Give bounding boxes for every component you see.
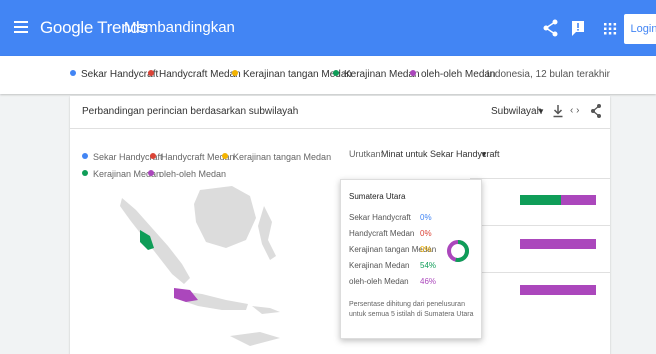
green-dot-icon [333, 70, 339, 76]
timor-island [230, 332, 280, 346]
yellow-dot-icon [222, 153, 228, 159]
blue-dot-icon [82, 153, 88, 159]
term-handycraft-medan[interactable]: Handycraft Medan [148, 69, 241, 80]
tooltip-note: Persentase dihitung dari penelusuran unt… [349, 301, 474, 318]
region-bar-segment [561, 195, 596, 205]
region-bar-segment [520, 239, 596, 249]
region-tooltip: Sumatera Utara Sekar Handycraft 0% Handy… [340, 179, 482, 339]
kalimantan-island [194, 186, 256, 248]
card-title: Perbandingan perincian berdasarkan subwi… [82, 106, 299, 117]
blue-dot-icon [70, 70, 76, 76]
yellow-dot-icon [232, 70, 238, 76]
tooltip-row-label: Handycraft Medan [349, 229, 415, 238]
page-title: Membandingkan [124, 19, 235, 36]
divider [70, 128, 610, 129]
sulawesi-island [258, 206, 276, 260]
feedback-icon[interactable] [569, 18, 587, 38]
term-kerajinan-medan[interactable]: Kerajinan Medan [333, 69, 420, 80]
tooltip-row-value: 0% [420, 245, 432, 254]
purple-dot-icon [410, 70, 416, 76]
menu-icon[interactable] [14, 21, 28, 33]
dropdown-arrow-icon[interactable]: ▼ [480, 150, 488, 159]
sort-label: Urutkan: [349, 149, 384, 159]
red-dot-icon [148, 70, 154, 76]
sumatra-island [120, 198, 190, 284]
comparison-terms-bar: Sekar Handycraft Handycraft Medan Keraji… [0, 56, 656, 94]
indonesia-map[interactable] [120, 186, 280, 354]
red-dot-icon [150, 153, 156, 159]
region-time-filter[interactable]: Indonesia, 12 bulan terakhir [487, 69, 610, 80]
tooltip-row-label: oleh-oleh Medan [349, 277, 409, 286]
region-bar-segment [520, 195, 561, 205]
tooltip-row-value: 0% [420, 229, 432, 238]
tooltip-title: Sumatera Utara [349, 192, 406, 201]
share-icon[interactable] [542, 18, 560, 38]
subregion-select[interactable]: Subwilayah [491, 106, 542, 117]
region-bar-segment [520, 285, 596, 295]
login-button[interactable]: Login [624, 14, 656, 44]
subregion-comparison-card: Perbandingan perincian berdasarkan subwi… [70, 96, 610, 354]
row-divider [470, 272, 610, 273]
legend-kerajinan-tangan-medan: Kerajinan tangan Medan [222, 152, 331, 162]
tooltip-row-value: 46% [420, 277, 437, 286]
apps-grid-icon[interactable] [601, 18, 619, 38]
tooltip-row-value: 0% [420, 213, 432, 222]
row-divider [470, 178, 610, 179]
green-dot-icon [82, 170, 88, 176]
bali-nusa-island [252, 306, 280, 314]
row-divider [470, 225, 610, 226]
purple-dot-icon [148, 170, 154, 176]
tooltip-row-value: 54% [420, 261, 437, 270]
share-ring-icon [447, 240, 469, 262]
tooltip-row-label: Sekar Handycraft [349, 213, 411, 222]
share-icon[interactable] [590, 103, 602, 119]
term-oleh-oleh-medan[interactable]: oleh-oleh Medan [410, 69, 496, 80]
legend-oleh-oleh-medan: oleh-oleh Medan [148, 169, 226, 179]
dropdown-arrow-icon[interactable]: ▼ [537, 107, 545, 116]
tooltip-row-label: Kerajinan Medan [349, 261, 410, 270]
top-app-bar: Google Trends Membandingkan Login [0, 0, 656, 56]
term-sekar-handycraft[interactable]: Sekar Handycraft [70, 69, 158, 80]
download-icon[interactable] [552, 104, 564, 118]
embed-code-icon[interactable]: ‹ › [570, 105, 579, 116]
